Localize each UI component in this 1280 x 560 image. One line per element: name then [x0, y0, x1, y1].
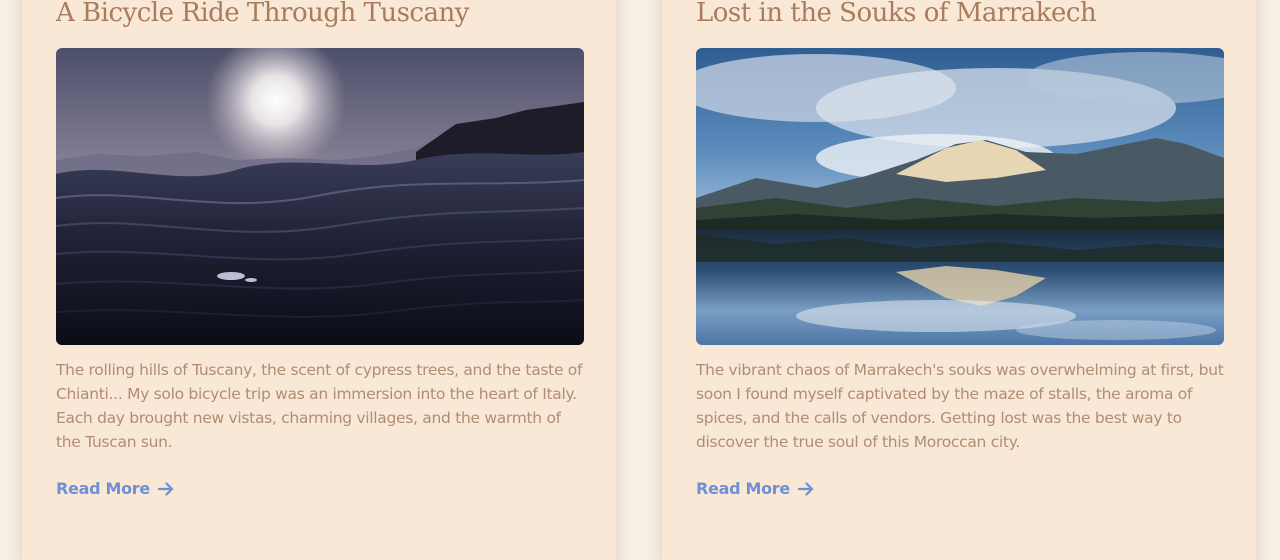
ocean-sunset-image — [56, 48, 584, 345]
post-title[interactable]: A Bicycle Ride Through Tuscany — [56, 0, 469, 28]
read-more-link[interactable]: Read More — [696, 479, 814, 498]
read-more-link[interactable]: Read More — [56, 479, 174, 498]
blog-card: Lost in the Souks of Marrakech The vibra… — [662, 0, 1256, 560]
post-image[interactable] — [696, 48, 1224, 345]
blog-card: A Bicycle Ride Through Tuscany The rolli… — [22, 0, 616, 560]
post-image[interactable] — [56, 48, 584, 345]
post-excerpt: The vibrant chaos of Marrakech's souks w… — [696, 361, 1224, 451]
post-excerpt: The rolling hills of Tuscany, the scent … — [56, 361, 583, 451]
read-more-label: Read More — [56, 479, 150, 498]
arrow-right-icon — [797, 481, 814, 496]
mountain-lake-image — [696, 48, 1224, 345]
post-title[interactable]: Lost in the Souks of Marrakech — [696, 0, 1097, 28]
read-more-label: Read More — [696, 479, 790, 498]
arrow-right-icon — [157, 481, 174, 496]
